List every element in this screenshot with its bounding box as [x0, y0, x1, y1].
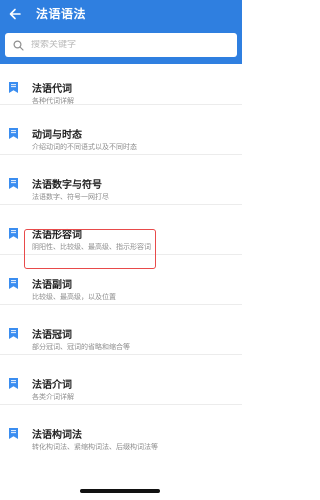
home-indicator[interactable] — [80, 489, 160, 493]
bookmark-icon — [9, 178, 18, 189]
list-item-subtitle: 阴阳性、比较级、最高级、指示形容词 — [32, 243, 151, 251]
page-title: 法语语法 — [36, 7, 87, 21]
bookmark-icon — [9, 428, 18, 439]
arrow-left-icon — [9, 8, 21, 19]
list-item-articles[interactable]: 法语冠词 部分冠词、冠词的省略和缩合等 — [0, 305, 242, 355]
list-item-title: 法语介词 — [32, 380, 72, 391]
app-screen: 法语语法 法语代词 各种代词详解 — [0, 0, 242, 500]
bookmark-icon — [9, 82, 18, 93]
list-item-title: 法语代词 — [32, 84, 72, 95]
list-item-pronouns[interactable]: 法语代词 各种代词详解 — [0, 64, 242, 105]
bookmark-icon — [9, 328, 18, 339]
list-item-subtitle: 比较级、最高级，以及位置 — [32, 293, 116, 301]
search-area — [0, 27, 242, 64]
list-item-word-formation[interactable]: 法语构词法 转化构词法、紧缩构词法、后缀构词法等 — [0, 405, 242, 455]
list-item-title: 法语数字与符号 — [32, 180, 102, 191]
bookmark-icon — [9, 228, 18, 239]
list-item-prepositions[interactable]: 法语介词 各类介词详解 — [0, 355, 242, 405]
top-app-bar: 法语语法 — [0, 0, 242, 27]
back-button[interactable] — [8, 7, 22, 21]
grammar-topic-list: 法语代词 各种代词详解 动词与时态 介绍动词的不同语式以及不同时态 法语数字与符… — [0, 64, 242, 455]
list-item-verbs-tenses[interactable]: 动词与时态 介绍动词的不同语式以及不同时态 — [0, 105, 242, 155]
list-item-subtitle: 转化构词法、紧缩构词法、后缀构词法等 — [32, 443, 158, 451]
list-item-title: 法语构词法 — [32, 430, 82, 441]
list-item-subtitle: 部分冠词、冠词的省略和缩合等 — [32, 343, 130, 351]
search-icon — [12, 39, 24, 51]
list-item-subtitle: 各类介词详解 — [32, 393, 74, 401]
list-item-adjectives[interactable]: 法语形容词 阴阳性、比较级、最高级、指示形容词 — [0, 205, 242, 255]
list-item-title: 法语冠词 — [32, 330, 72, 341]
bookmark-icon — [9, 378, 18, 389]
list-item-numbers-symbols[interactable]: 法语数字与符号 法语数字、符号一网打尽 — [0, 155, 242, 205]
list-item-adverbs[interactable]: 法语副词 比较级、最高级，以及位置 — [0, 255, 242, 305]
list-item-title: 动词与时态 — [32, 130, 82, 141]
list-item-title: 法语形容词 — [32, 230, 82, 241]
bookmark-icon — [9, 128, 18, 139]
search-input[interactable] — [31, 40, 221, 50]
list-item-subtitle: 法语数字、符号一网打尽 — [32, 193, 109, 201]
list-item-title: 法语副词 — [32, 280, 72, 291]
bookmark-icon — [9, 278, 18, 289]
list-item-subtitle: 介绍动词的不同语式以及不同时态 — [32, 143, 137, 151]
search-box[interactable] — [5, 33, 237, 57]
